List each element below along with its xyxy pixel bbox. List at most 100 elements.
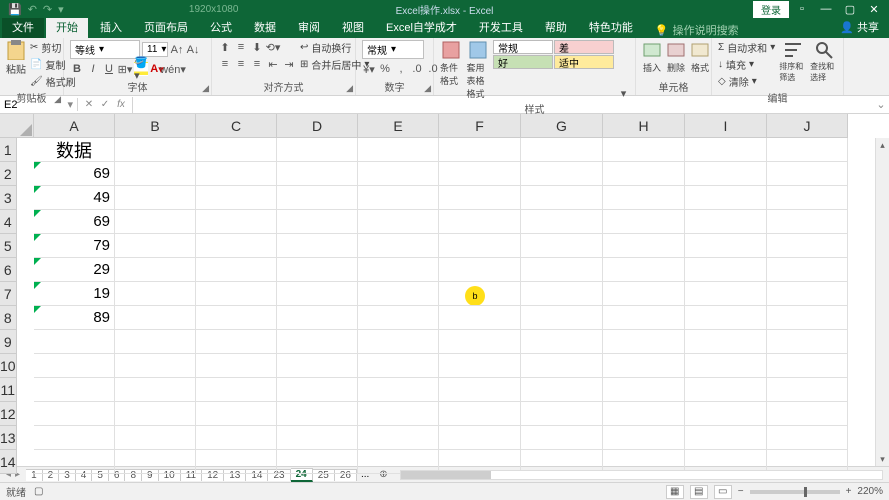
align-center-icon[interactable]: ≡ [234,57,248,71]
font-name-select[interactable]: 等线▾ [70,40,140,59]
cond-format-button[interactable]: 条件格式 [440,40,463,87]
paste-button[interactable]: 粘贴 [6,40,26,76]
cell-D8[interactable] [277,306,358,330]
horizontal-scrollbar[interactable] [400,470,883,480]
style-good[interactable]: 好 [493,55,553,69]
cell-G4[interactable] [521,210,603,234]
dialog-launcher-icon[interactable]: ◢ [202,83,209,94]
style-mid[interactable]: 适中 [554,55,614,69]
col-header-D[interactable]: D [277,114,358,138]
dialog-launcher-icon[interactable]: ◢ [54,94,61,105]
phonetic-icon[interactable]: wén▾ [166,62,180,76]
cell-B12[interactable] [115,402,196,426]
enter-formula-icon[interactable]: ✓ [98,97,112,113]
sort-filter-button[interactable]: 排序和筛选 [779,40,806,83]
cell-H1[interactable] [603,138,685,162]
tab-insert[interactable]: 插入 [90,16,132,38]
cell-I9[interactable] [685,330,767,354]
cancel-formula-icon[interactable]: ✕ [82,97,96,113]
login-button[interactable]: 登录 [753,1,789,18]
cell-F2[interactable] [439,162,521,186]
row-header-9[interactable]: 9 [0,330,17,354]
cell-B1[interactable] [115,138,196,162]
number-format-select[interactable]: 常规▾ [362,40,424,59]
align-left-icon[interactable]: ≡ [218,57,232,71]
tab-devtools[interactable]: 开发工具 [469,16,533,38]
cell-C7[interactable] [196,282,277,306]
comma-icon[interactable]: , [394,62,408,76]
cell-B9[interactable] [115,330,196,354]
row-header-13[interactable]: 13 [0,426,17,450]
cell-H12[interactable] [603,402,685,426]
cell-I3[interactable] [685,186,767,210]
cell-A6[interactable]: 29 [34,258,115,282]
cell-B5[interactable] [115,234,196,258]
tab-data[interactable]: 数据 [244,16,286,38]
inc-decimal-icon[interactable]: .0 [410,62,424,76]
tab-file[interactable]: 文件 [2,16,44,38]
cell-C4[interactable] [196,210,277,234]
cell-D1[interactable] [277,138,358,162]
cell-C9[interactable] [196,330,277,354]
autosum-button[interactable]: Σ自动求和▾ [718,40,775,55]
undo-icon[interactable]: ↶ [28,3,37,16]
cell-H4[interactable] [603,210,685,234]
italic-button[interactable]: I [86,62,100,76]
percent-icon[interactable]: % [378,62,392,76]
row-header-4[interactable]: 4 [0,210,17,234]
grow-font-icon[interactable]: A↑ [170,43,184,57]
cell-E11[interactable] [358,378,439,402]
cell-J11[interactable] [767,378,848,402]
cell-I11[interactable] [685,378,767,402]
cell-F8[interactable] [439,306,521,330]
underline-button[interactable]: U [102,62,116,76]
cell-styles[interactable]: 常规 差 好 适中 [493,40,614,69]
cell-J12[interactable] [767,402,848,426]
cell-G8[interactable] [521,306,603,330]
cell-F6[interactable] [439,258,521,282]
row-header-12[interactable]: 12 [0,402,17,426]
cell-I2[interactable] [685,162,767,186]
style-bad[interactable]: 差 [554,40,614,54]
select-all-corner[interactable] [0,114,34,138]
cell-I10[interactable] [685,354,767,378]
view-break-icon[interactable]: ▭ [714,485,732,499]
cell-C14[interactable] [196,450,277,474]
dialog-launcher-icon[interactable]: ◢ [346,83,353,94]
row-header-3[interactable]: 3 [0,186,17,210]
tab-review[interactable]: 审阅 [288,16,330,38]
cell-D7[interactable] [277,282,358,306]
cell-B6[interactable] [115,258,196,282]
delete-cells-button[interactable]: 删除 [666,40,686,74]
cell-H7[interactable] [603,282,685,306]
scroll-down-icon[interactable]: ▾ [876,452,889,466]
redo-icon[interactable]: ↷ [43,3,52,16]
cell-E1[interactable] [358,138,439,162]
cell-D10[interactable] [277,354,358,378]
cell-J7[interactable] [767,282,848,306]
cell-G12[interactable] [521,402,603,426]
tab-formulas[interactable]: 公式 [200,16,242,38]
tab-home[interactable]: 开始 [46,16,88,38]
cell-F12[interactable] [439,402,521,426]
cell-C11[interactable] [196,378,277,402]
cell-J6[interactable] [767,258,848,282]
cell-B4[interactable] [115,210,196,234]
font-size-select[interactable]: 11▾ [142,42,168,57]
cell-F13[interactable] [439,426,521,450]
cell-B2[interactable] [115,162,196,186]
row-header-8[interactable]: 8 [0,306,17,330]
cell-G10[interactable] [521,354,603,378]
close-icon[interactable]: ✕ [863,1,885,17]
cell-B13[interactable] [115,426,196,450]
cell-H9[interactable] [603,330,685,354]
cell-E10[interactable] [358,354,439,378]
cell-A1[interactable]: 数据 [34,138,115,162]
cell-I7[interactable] [685,282,767,306]
cell-A7[interactable]: 19 [34,282,115,306]
cell-F3[interactable] [439,186,521,210]
cell-A14[interactable] [34,450,115,474]
cell-F7[interactable] [439,282,521,306]
cell-E9[interactable] [358,330,439,354]
col-header-E[interactable]: E [358,114,439,138]
